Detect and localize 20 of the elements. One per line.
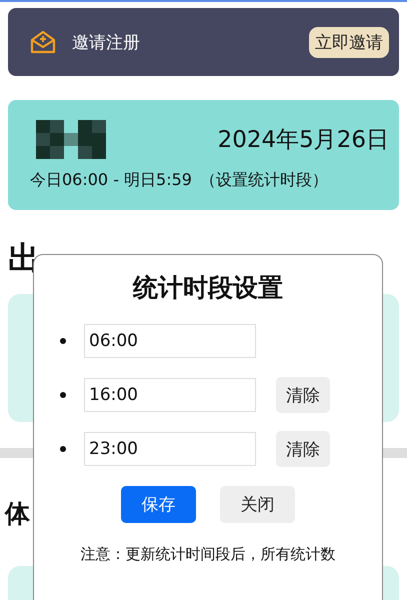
bullet-icon	[60, 446, 66, 452]
clear-button[interactable]: 清除	[276, 377, 330, 413]
close-button[interactable]: 关闭	[220, 486, 295, 523]
pixelated-name-drawing	[36, 120, 106, 160]
clear-button[interactable]: 清除	[276, 431, 330, 467]
envelope-icon	[30, 30, 56, 54]
bullet-icon	[60, 338, 66, 344]
bullet-icon	[60, 392, 66, 398]
save-button[interactable]: 保存	[121, 486, 196, 523]
time-field[interactable]: 16:00	[84, 378, 256, 412]
invite-label: 邀请注册	[72, 32, 141, 54]
section-heading: 体	[5, 498, 31, 530]
set-period-link[interactable]: （设置统计时段）	[200, 170, 328, 190]
dialog-title: 统计时段设置	[132, 272, 284, 304]
time-field[interactable]: 06:00	[84, 324, 256, 358]
period-text: 今日06:00 - 明日5:59	[30, 170, 192, 190]
time-field[interactable]: 23:00	[84, 432, 256, 466]
date-text: 2024年5月26日	[218, 126, 389, 155]
invite-button[interactable]: 立即邀请	[309, 26, 389, 58]
note-text: 注意：更新统计时间段后，所有统计数	[80, 545, 336, 564]
